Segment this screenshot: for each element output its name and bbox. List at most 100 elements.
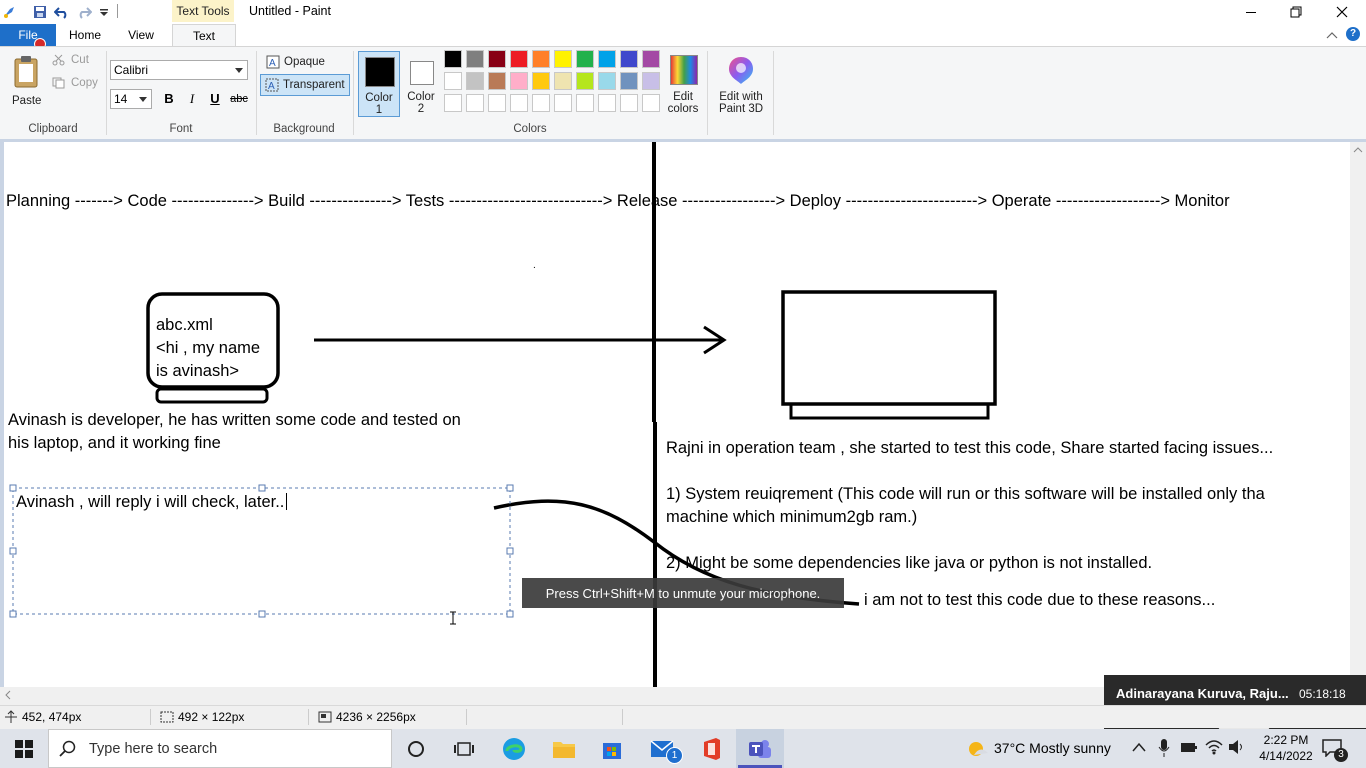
vertical-scrollbar[interactable] [1350, 142, 1366, 687]
resize-handle[interactable] [258, 610, 266, 618]
resize-handle[interactable] [506, 610, 514, 618]
scroll-left-icon[interactable] [4, 690, 12, 700]
tab-home[interactable]: Home [60, 24, 110, 46]
palette-color-swatch[interactable] [576, 50, 594, 68]
palette-color-swatch[interactable] [620, 50, 638, 68]
palette-color-swatch[interactable] [598, 72, 616, 90]
palette-color-swatch[interactable] [598, 50, 616, 68]
collapse-ribbon-icon[interactable] [1326, 29, 1338, 43]
palette-color-swatch[interactable] [532, 72, 550, 90]
custom-color-slot[interactable] [554, 94, 572, 112]
undo-icon[interactable] [53, 3, 71, 21]
paste-button[interactable]: Paste [6, 53, 48, 107]
palette-color-swatch[interactable] [642, 50, 660, 68]
edit-with-paint3d-button[interactable]: Edit with Paint 3D [712, 51, 770, 117]
selection-size: 492 × 122px [160, 710, 244, 724]
palette-color-swatch[interactable] [466, 50, 484, 68]
transparent-button[interactable]: A Transparent [260, 74, 350, 96]
microphone-icon[interactable] [1158, 739, 1170, 760]
resize-handle[interactable] [9, 484, 17, 492]
chevron-up-icon [1132, 742, 1146, 752]
bold-button[interactable]: B [161, 91, 177, 106]
italic-button[interactable]: I [184, 91, 200, 107]
resize-handle[interactable] [506, 484, 514, 492]
edit-colors-button[interactable]: Edit colors [666, 51, 702, 117]
operations-line-1: Rajni in operation team , she started to… [666, 439, 1274, 457]
weather-widget[interactable]: 37°C Mostly sunny [966, 739, 1111, 757]
palette-color-swatch[interactable] [444, 72, 462, 90]
minimize-button[interactable] [1228, 0, 1274, 24]
help-icon[interactable]: ? [1346, 27, 1360, 41]
notifications-button[interactable]: 3 [1322, 739, 1348, 762]
palette-color-swatch[interactable] [620, 72, 638, 90]
custom-color-slot[interactable] [510, 94, 528, 112]
custom-color-slot[interactable] [466, 94, 484, 112]
volume-icon[interactable] [1228, 739, 1246, 758]
palette-color-swatch[interactable] [554, 72, 572, 90]
underline-button[interactable]: U [207, 91, 223, 106]
palette-color-swatch[interactable] [532, 50, 550, 68]
palette-color-swatch[interactable] [488, 50, 506, 68]
battery-icon[interactable] [1180, 740, 1198, 757]
resize-handle[interactable] [506, 547, 514, 555]
palette-color-swatch[interactable] [576, 72, 594, 90]
font-size-select[interactable]: 14 [110, 89, 152, 109]
resize-handle[interactable] [9, 547, 17, 555]
custom-color-slot[interactable] [444, 94, 462, 112]
color2-selector[interactable]: Color 2 [402, 51, 440, 117]
palette-color-swatch[interactable] [444, 50, 462, 68]
close-button[interactable] [1319, 0, 1365, 24]
status-bar: 452, 474px 492 × 122px 4236 × 2256px [0, 705, 1366, 728]
cut-button[interactable]: Cut [52, 54, 89, 66]
palette-color-swatch[interactable] [488, 72, 506, 90]
server-base-shape [789, 402, 990, 420]
resize-handle[interactable] [9, 610, 17, 618]
palette-color-swatch[interactable] [554, 50, 572, 68]
palette-color-swatch[interactable] [510, 72, 528, 90]
save-icon[interactable] [31, 3, 49, 21]
strikethrough-button[interactable]: abc [229, 93, 249, 105]
resize-handle[interactable] [258, 484, 266, 492]
scroll-up-icon[interactable] [1353, 146, 1363, 154]
office-button[interactable] [688, 729, 736, 768]
font-family-select[interactable]: Calibri [110, 60, 248, 80]
maximize-button[interactable] [1273, 0, 1319, 24]
show-hidden-icons-button[interactable] [1132, 741, 1146, 755]
redo-icon[interactable] [75, 3, 93, 21]
customize-quick-access-icon[interactable] [95, 3, 113, 21]
custom-color-slot[interactable] [532, 94, 550, 112]
custom-color-slot[interactable] [576, 94, 594, 112]
custom-color-slot[interactable] [620, 94, 638, 112]
store-button[interactable] [588, 729, 636, 768]
edge-browser-button[interactable] [490, 729, 538, 768]
tab-file[interactable]: File [0, 24, 56, 46]
tab-text[interactable]: Text [172, 24, 236, 47]
custom-color-slot[interactable] [488, 94, 506, 112]
editing-text-box[interactable]: Avinash , will reply i will check, later… [16, 493, 288, 512]
taskbar-search-box[interactable]: Type here to search [48, 729, 392, 768]
text-tools-context-label: Text Tools [172, 0, 234, 22]
color1-selector[interactable]: Color 1 [358, 51, 400, 117]
tab-view[interactable]: View [116, 24, 166, 46]
office-icon [704, 737, 720, 760]
mail-badge: 1 [666, 747, 683, 764]
start-button[interactable] [0, 729, 48, 768]
task-view-button[interactable] [440, 729, 488, 768]
color1-swatch [365, 57, 395, 87]
paint-app-icon[interactable] [0, 3, 18, 21]
cortana-button[interactable] [392, 729, 440, 768]
paint3d-label-1: Edit with [719, 91, 763, 103]
ribbon-tabs: File Home View Text ? [0, 24, 1366, 50]
copy-button[interactable]: Copy [52, 77, 98, 89]
palette-color-swatch[interactable] [642, 72, 660, 90]
custom-color-slot[interactable] [642, 94, 660, 112]
custom-color-slot[interactable] [598, 94, 616, 112]
clock[interactable]: 2:22 PM 4/14/2022 [1254, 732, 1318, 764]
palette-color-swatch[interactable] [510, 50, 528, 68]
wifi-icon[interactable] [1205, 739, 1223, 758]
mail-button[interactable]: 1 [638, 729, 686, 768]
file-explorer-button[interactable] [540, 729, 588, 768]
palette-color-swatch[interactable] [466, 72, 484, 90]
teams-button[interactable] [736, 729, 784, 768]
opaque-button[interactable]: A Opaque [262, 53, 329, 71]
